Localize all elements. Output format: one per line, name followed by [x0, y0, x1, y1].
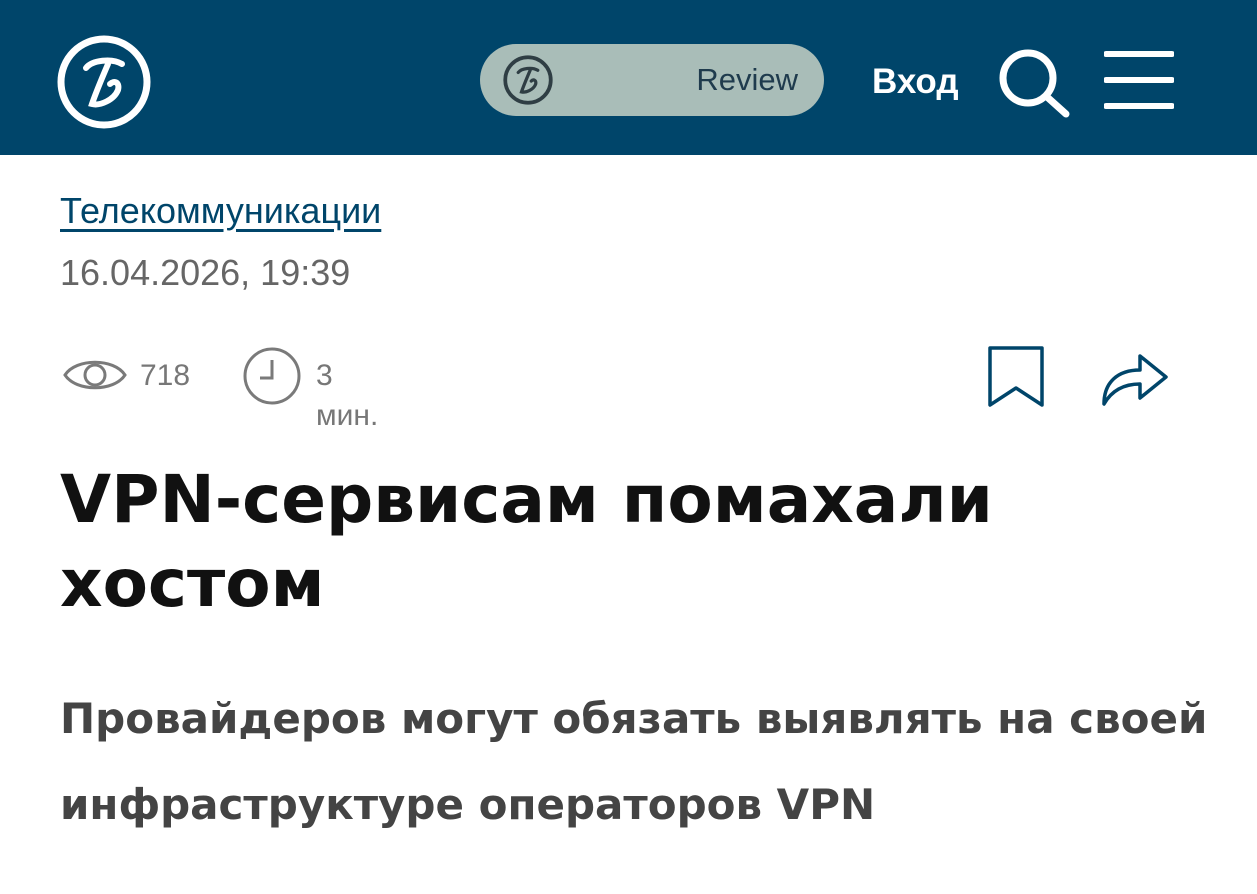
review-button[interactable]: Review	[480, 44, 824, 116]
category-link[interactable]: Телекоммуникации	[60, 190, 381, 232]
publish-datetime: 16.04.2026, 19:39	[60, 252, 351, 293]
article-subtitle: Провайдеров могут обязать выявлять на св…	[60, 694, 1208, 829]
review-label: Review	[696, 62, 798, 97]
article-title: VPN-сервисам помахали хостом	[60, 461, 993, 622]
login-link[interactable]: Вход	[872, 54, 959, 110]
hamburger-menu-icon[interactable]	[1103, 46, 1175, 116]
publication-logo-icon[interactable]	[56, 34, 152, 130]
eye-icon	[62, 352, 128, 398]
publication-logo-small-icon	[502, 54, 554, 106]
share-icon[interactable]	[1098, 346, 1170, 408]
bookmark-icon[interactable]	[984, 344, 1048, 410]
search-icon[interactable]	[994, 44, 1074, 120]
views-count: 718	[140, 359, 191, 392]
site-header: Review Вход	[0, 0, 1257, 155]
read-time: 3 мин.	[316, 359, 379, 432]
clock-icon	[242, 346, 302, 406]
